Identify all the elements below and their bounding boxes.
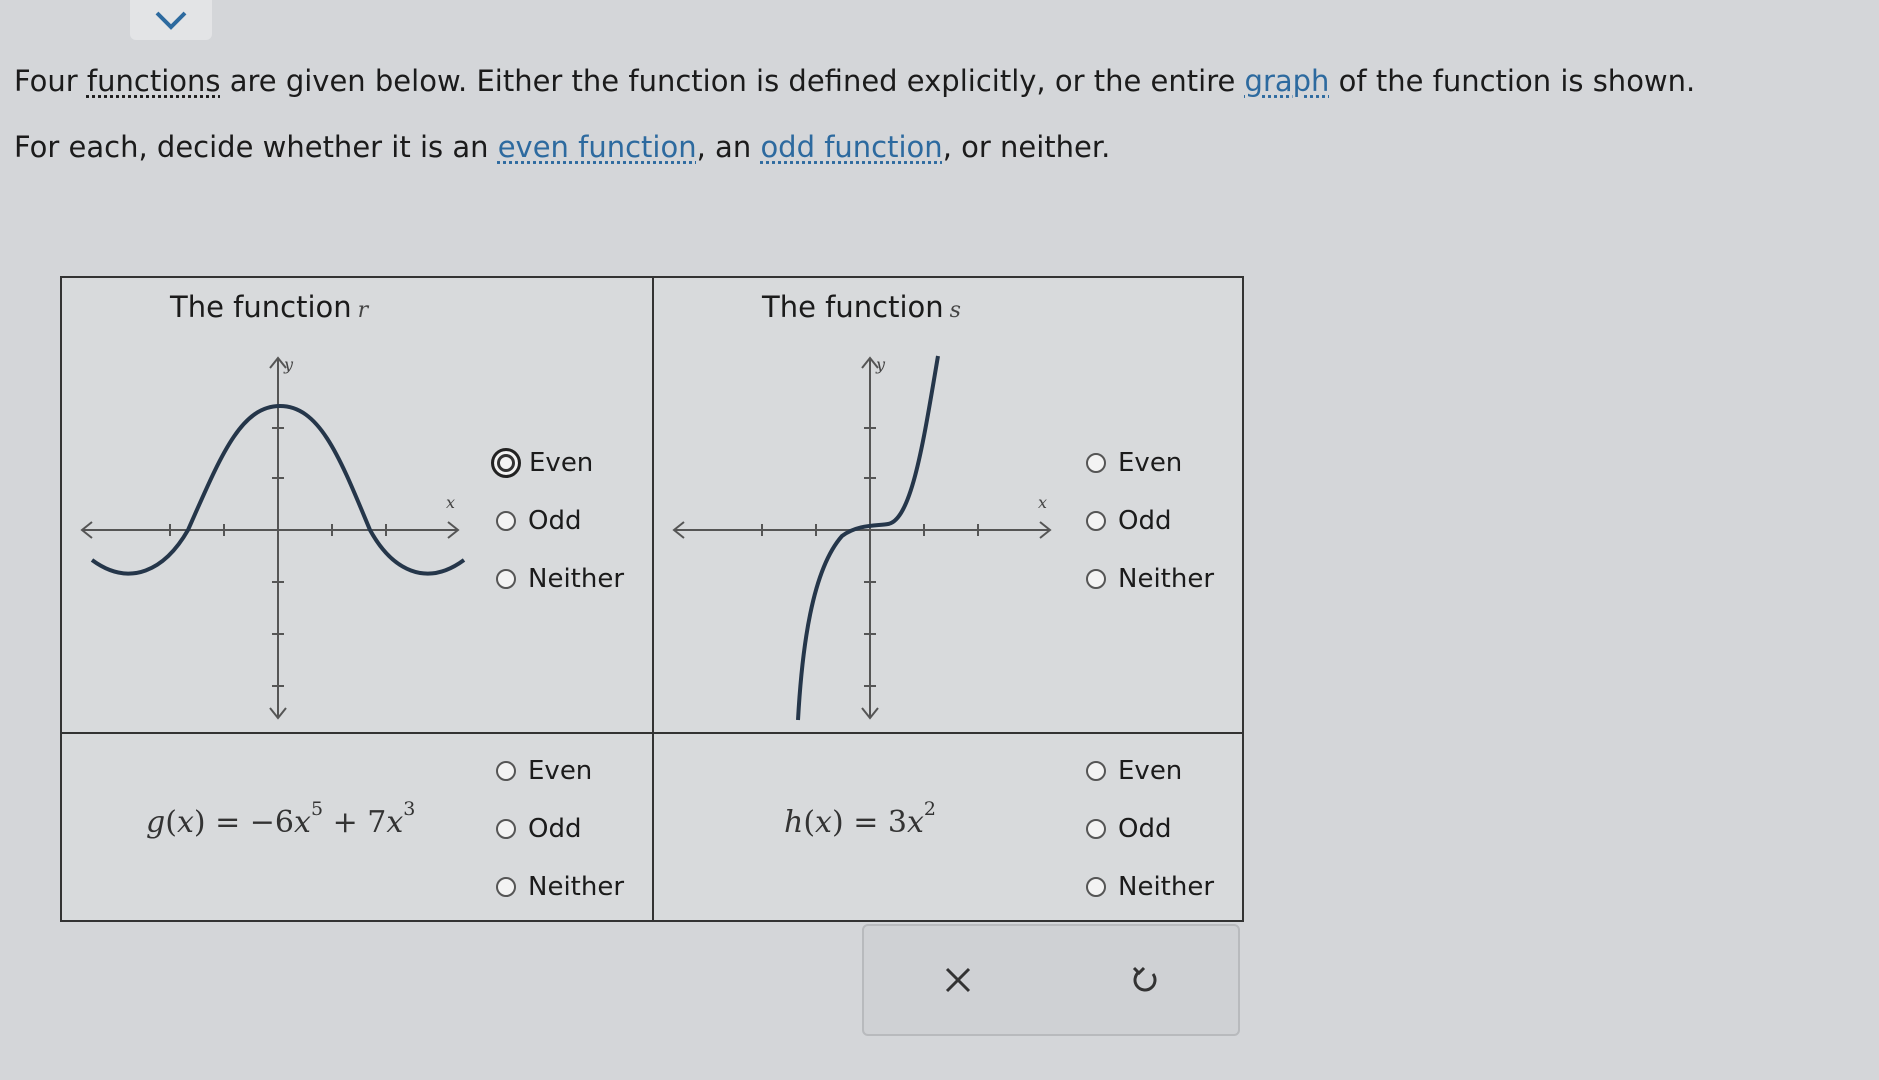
- option-g-odd[interactable]: Odd: [496, 800, 624, 858]
- x-axis-label: x: [1038, 493, 1047, 512]
- y-axis-label: y: [283, 355, 294, 374]
- radio-button[interactable]: [496, 877, 516, 897]
- option-h-neither[interactable]: Neither: [1086, 858, 1214, 916]
- close-icon: [945, 967, 970, 993]
- graph-s: x y: [672, 355, 1052, 721]
- clear-button[interactable]: [928, 950, 988, 1010]
- option-g-neither[interactable]: Neither: [496, 858, 624, 916]
- action-bar: [862, 924, 1240, 1036]
- graph-link[interactable]: graph: [1245, 64, 1330, 98]
- radio-button[interactable]: [1086, 511, 1106, 531]
- choices-s: Even Odd Neither: [1086, 434, 1214, 608]
- radio-button[interactable]: [1086, 453, 1106, 473]
- radio-button[interactable]: [1086, 877, 1106, 897]
- equation-h: h(x) = 3x2: [784, 798, 936, 840]
- choices-g: Even Odd Neither: [496, 742, 624, 916]
- undo-button[interactable]: [1115, 950, 1175, 1010]
- instructions-line-2: For each, decide whether it is an even f…: [14, 130, 1111, 164]
- instructions: Four functions are given below. Either t…: [14, 48, 1695, 180]
- odd-function-link[interactable]: odd function: [760, 130, 942, 164]
- chevron-down-icon: [155, 11, 187, 30]
- option-s-neither[interactable]: Neither: [1086, 550, 1214, 608]
- radio-button[interactable]: [1086, 569, 1106, 589]
- cell-function-h: h(x) = 3x2 Even Odd Neither: [654, 734, 1244, 920]
- option-r-odd[interactable]: Odd: [496, 492, 624, 550]
- radio-button-selected[interactable]: [491, 448, 521, 478]
- function-s-title: The function s: [762, 290, 961, 324]
- functions-link[interactable]: functions: [87, 64, 221, 98]
- radio-button[interactable]: [496, 511, 516, 531]
- curve-s: [796, 355, 940, 721]
- radio-button[interactable]: [496, 819, 516, 839]
- radio-button[interactable]: [1086, 761, 1106, 781]
- graph-r: x y: [80, 355, 466, 720]
- option-g-even[interactable]: Even: [496, 742, 624, 800]
- y-axis-label: y: [875, 355, 886, 374]
- collapse-button[interactable]: [130, 0, 212, 40]
- functions-table: The function r x y Even Odd Neither The …: [60, 276, 1244, 922]
- option-h-even[interactable]: Even: [1086, 742, 1214, 800]
- option-r-neither[interactable]: Neither: [496, 550, 624, 608]
- equation-g: g(x) = −6x5 + 7x3: [146, 798, 416, 840]
- option-s-odd[interactable]: Odd: [1086, 492, 1214, 550]
- choices-r: Even Odd Neither: [491, 434, 624, 608]
- choices-h: Even Odd Neither: [1086, 742, 1214, 916]
- option-r-even[interactable]: Even: [491, 434, 624, 492]
- radio-button[interactable]: [496, 761, 516, 781]
- cell-function-g: g(x) = −6x5 + 7x3 Even Odd Neither: [62, 734, 654, 920]
- radio-button[interactable]: [1086, 819, 1106, 839]
- cell-function-r: The function r x y Even Odd Neither: [62, 278, 654, 734]
- instructions-line-1: Four functions are given below. Either t…: [14, 64, 1696, 98]
- even-function-link[interactable]: even function: [498, 130, 697, 164]
- radio-button[interactable]: [496, 569, 516, 589]
- undo-icon: [1132, 966, 1156, 992]
- function-r-title: The function r: [170, 290, 369, 324]
- option-s-even[interactable]: Even: [1086, 434, 1214, 492]
- cell-function-s: The function s x y Even Odd Neither: [654, 278, 1244, 734]
- option-h-odd[interactable]: Odd: [1086, 800, 1214, 858]
- x-axis-label: x: [446, 493, 455, 512]
